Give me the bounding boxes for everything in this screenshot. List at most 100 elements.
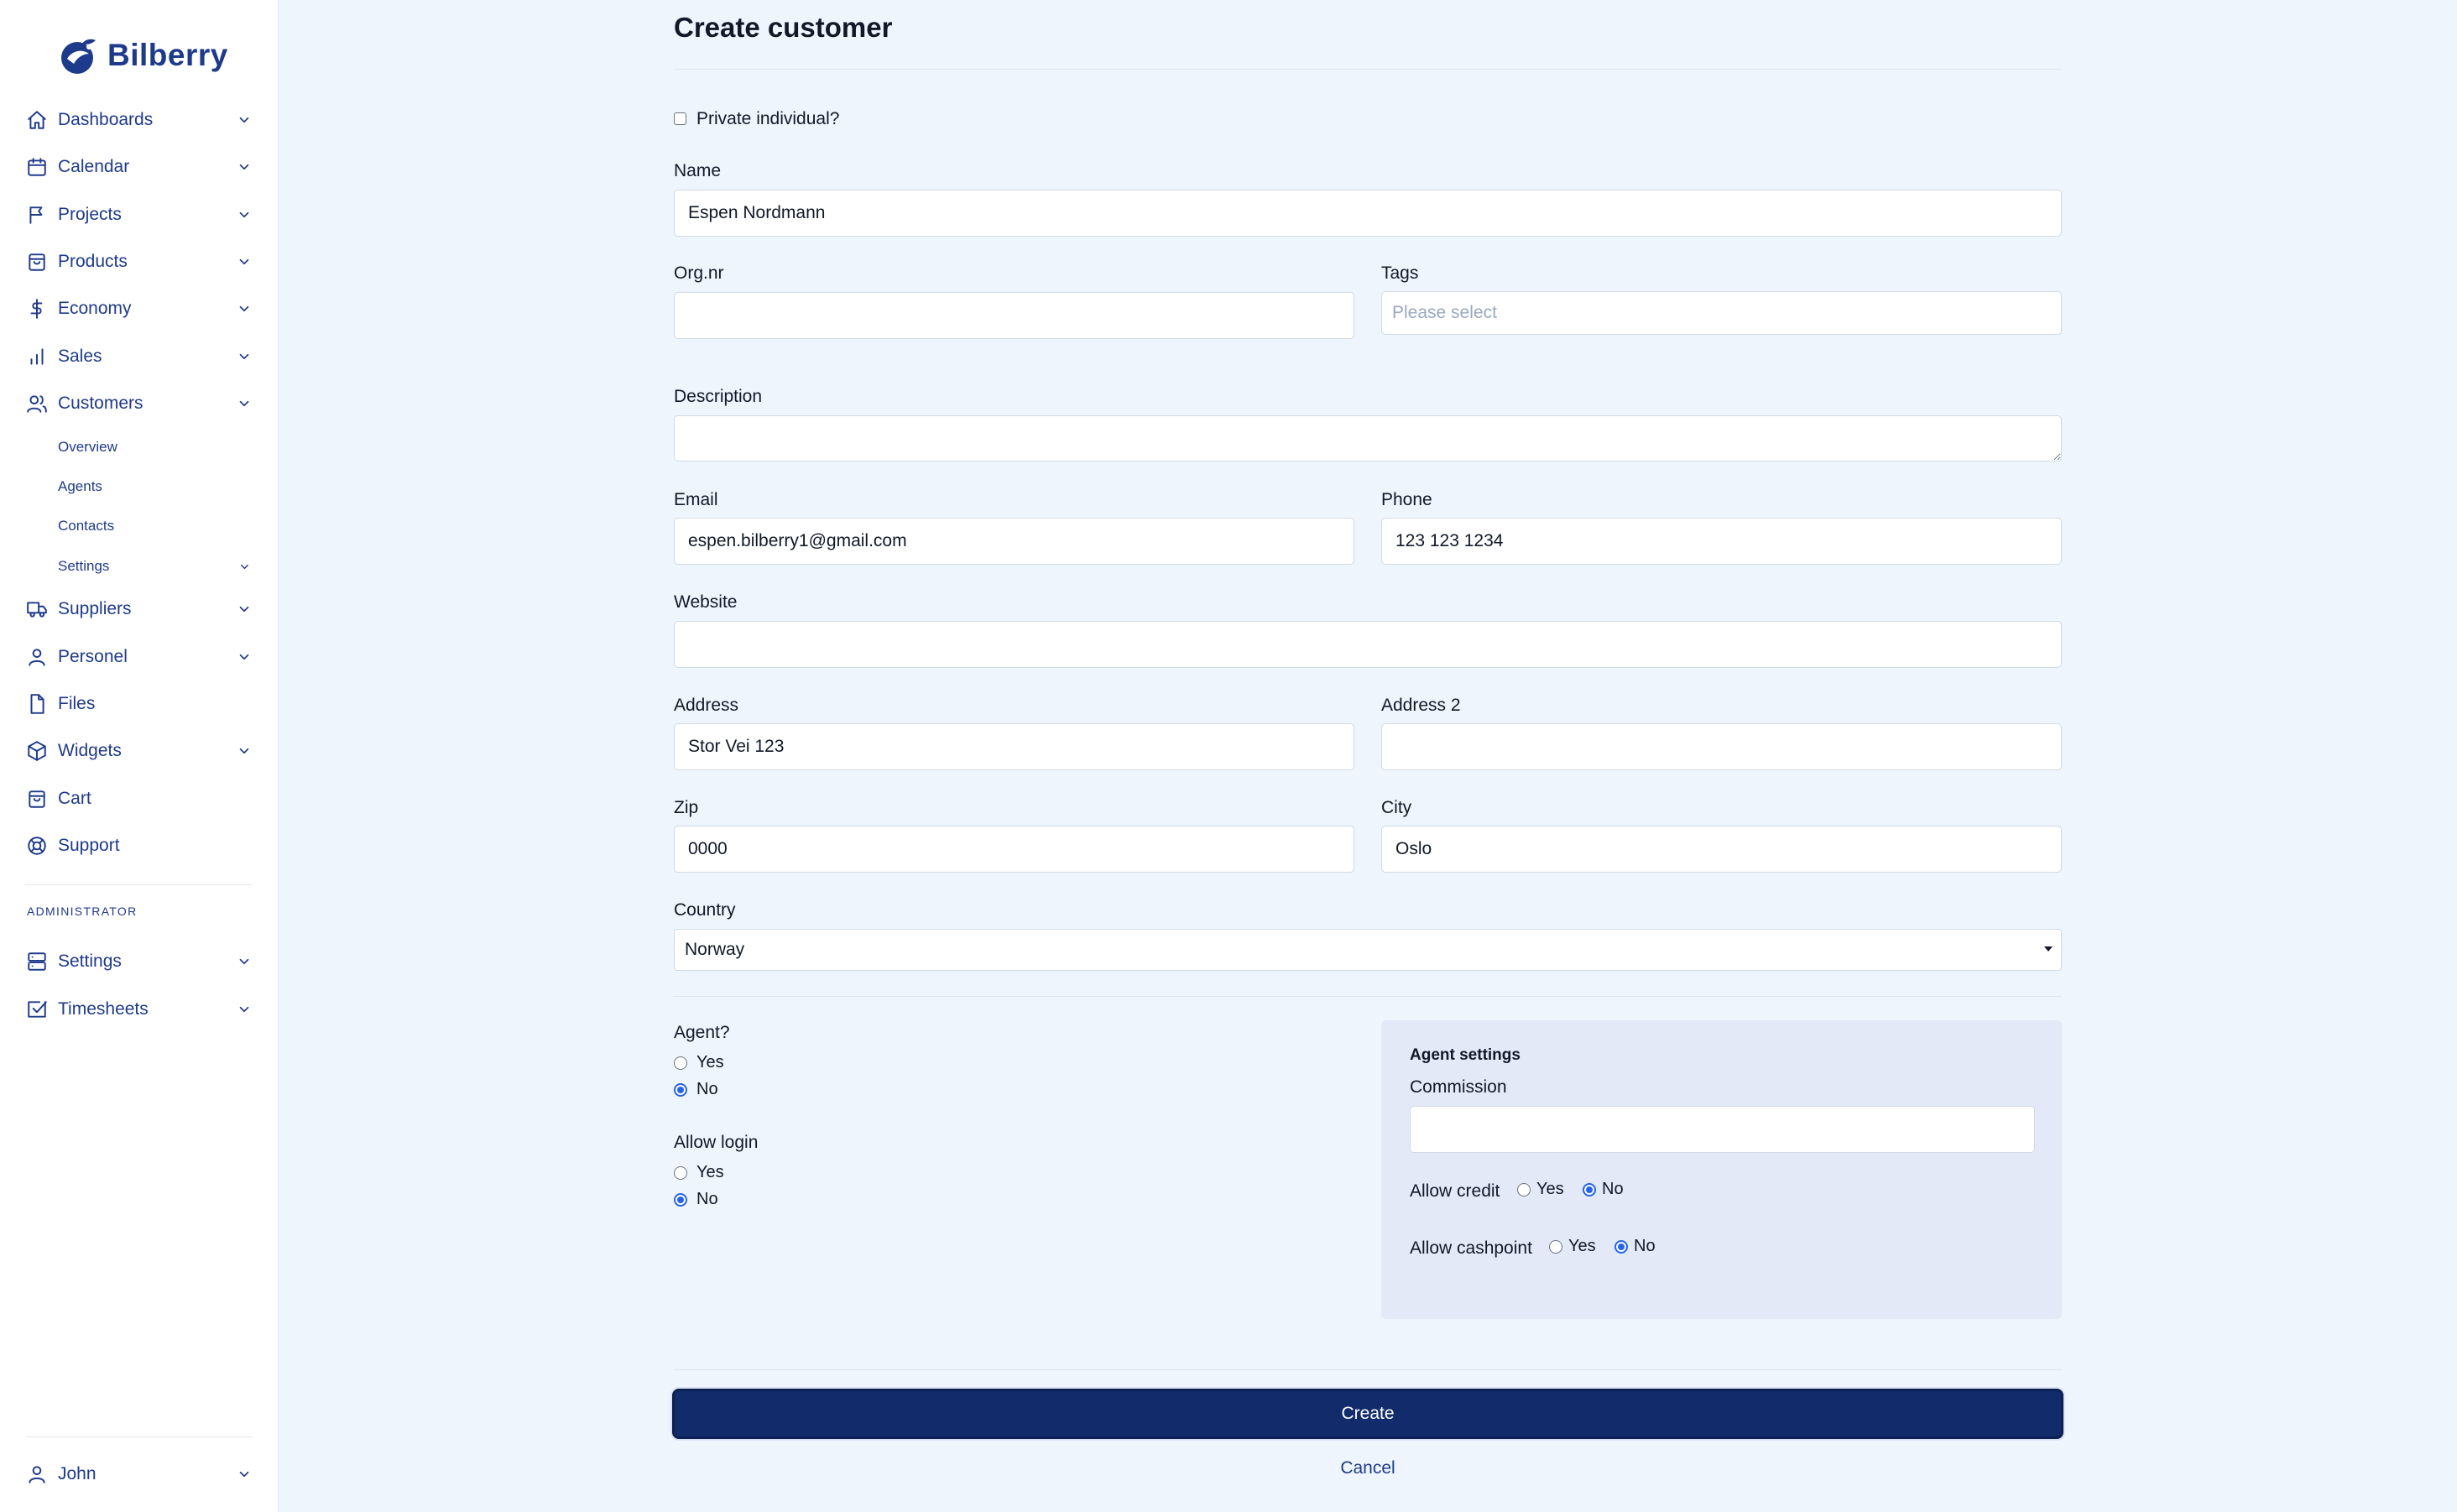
sidebar-subitem-agents[interactable]: Agents <box>58 472 253 501</box>
sidebar-item-dashboards[interactable]: Dashboards <box>25 102 253 138</box>
home-icon <box>25 108 49 132</box>
agent-settings-title: Agent settings <box>1410 1046 1521 1064</box>
chevron-down-icon[interactable] <box>235 394 253 413</box>
chevron-down-icon[interactable] <box>235 1465 253 1483</box>
sidebar-item-label: Personel <box>58 647 128 666</box>
dollar-icon <box>25 297 49 321</box>
sidebar-item-label: Projects <box>58 205 122 224</box>
address-label: Address <box>674 696 739 715</box>
commission-input[interactable] <box>1410 1106 2035 1153</box>
email-input[interactable] <box>674 518 1354 565</box>
allow-cashpoint-yes-label: Yes <box>1568 1237 1596 1255</box>
sidebar-item-support[interactable]: Support <box>25 827 253 864</box>
sidebar-item-label: Widgets <box>58 741 122 760</box>
tags-select[interactable] <box>1381 291 2062 335</box>
orgnr-label: Org.nr <box>674 263 724 283</box>
sidebar-subitem-label: Contacts <box>58 518 115 534</box>
allow-cashpoint-yes-radio[interactable] <box>1549 1240 1562 1254</box>
sidebar-item-label: Calendar <box>58 157 130 176</box>
sidebar-item-cart[interactable]: Cart <box>25 780 253 817</box>
zip-input[interactable] <box>674 826 1354 873</box>
page-title: Create customer <box>674 12 893 43</box>
main-content: Create customer Private individual? Name… <box>279 0 2457 1512</box>
allow-login-yes-label: Yes <box>696 1163 724 1181</box>
allow-credit-yes-radio[interactable] <box>1517 1183 1531 1197</box>
allow-credit-no-label: No <box>1602 1180 1624 1198</box>
flag-icon <box>25 203 49 227</box>
email-label: Email <box>674 490 718 509</box>
cube-icon <box>25 739 49 763</box>
agent-no-radio[interactable] <box>674 1083 687 1097</box>
cancel-link[interactable]: Cancel <box>1336 1458 1400 1478</box>
chevron-down-icon[interactable] <box>235 742 253 760</box>
chevron-down-icon[interactable] <box>235 253 253 271</box>
agent-yes-radio[interactable] <box>674 1056 687 1070</box>
sidebar-divider <box>25 884 252 885</box>
orgnr-input[interactable] <box>674 292 1354 339</box>
sidebar-user-name: John <box>58 1464 97 1483</box>
address-input[interactable] <box>674 723 1354 770</box>
city-input[interactable] <box>1381 826 2062 873</box>
sidebar-item-suppliers[interactable]: Suppliers <box>25 591 253 628</box>
sidebar-subitem-settings[interactable]: Settings <box>58 552 253 581</box>
sidebar-item-label: Dashboards <box>58 110 154 129</box>
allow-login-label: Allow login <box>674 1133 759 1152</box>
agent-label: Agent? <box>674 1023 730 1042</box>
allow-login-yes-radio[interactable] <box>674 1166 687 1180</box>
allow-credit-yes-label: Yes <box>1536 1180 1564 1198</box>
allow-cashpoint-no-radio[interactable] <box>1615 1240 1628 1254</box>
sidebar-item-projects[interactable]: Projects <box>25 196 253 233</box>
sidebar-item-widgets[interactable]: Widgets <box>25 733 253 769</box>
allow-credit-no-radio[interactable] <box>1583 1183 1596 1197</box>
chevron-down-icon[interactable] <box>235 1000 253 1019</box>
sidebar-subitem-overview[interactable]: Overview <box>58 433 253 461</box>
sidebar-item-label: Support <box>58 836 120 855</box>
country-select[interactable]: Norway <box>674 929 2062 971</box>
chevron-down-icon[interactable] <box>235 557 253 576</box>
sidebar-subitem-label: Agents <box>58 478 102 494</box>
chevron-down-icon[interactable] <box>235 111 253 129</box>
chevron-down-icon[interactable] <box>235 600 253 618</box>
section-divider <box>674 996 2062 997</box>
name-input[interactable] <box>674 190 2062 237</box>
sidebar-item-label: Timesheets <box>58 999 149 1019</box>
chevron-down-icon[interactable] <box>235 952 253 971</box>
website-input[interactable] <box>674 621 2062 668</box>
allow-login-no-label: No <box>696 1190 718 1208</box>
user-icon <box>25 1462 49 1486</box>
sidebar-item-calendar[interactable]: Calendar <box>25 149 253 185</box>
sidebar-item-personel[interactable]: Personel <box>25 639 253 675</box>
chevron-down-icon[interactable] <box>235 158 253 176</box>
sidebar-item-label: Settings <box>58 952 122 971</box>
name-label: Name <box>674 161 722 180</box>
sidebar-item-label: Cart <box>58 789 91 808</box>
phone-input[interactable] <box>1381 518 2062 565</box>
sidebar-item-files[interactable]: Files <box>25 686 253 722</box>
chevron-down-icon[interactable] <box>235 648 253 666</box>
calendar-icon <box>25 155 49 179</box>
chevron-down-icon[interactable] <box>235 347 253 366</box>
country-select-value: Norway <box>685 940 745 959</box>
sidebar-item-products[interactable]: Products <box>25 243 253 280</box>
private-individual-label: Private individual? <box>696 109 840 128</box>
chevron-down-icon[interactable] <box>235 300 253 318</box>
sidebar-subitem-contacts[interactable]: Contacts <box>58 512 253 540</box>
address2-input[interactable] <box>1381 723 2062 770</box>
sidebar-item-customers[interactable]: Customers <box>25 385 253 422</box>
bar-chart-icon <box>25 345 49 368</box>
allow-login-no-radio[interactable] <box>674 1193 687 1207</box>
brand-logo[interactable]: Bilberry <box>59 32 228 79</box>
sidebar-item-sales[interactable]: Sales <box>25 338 253 375</box>
sidebar-user-menu[interactable]: John <box>25 1456 253 1493</box>
private-individual-checkbox[interactable] <box>674 112 686 125</box>
sidebar-subitem-label: Overview <box>58 439 117 455</box>
sidebar-section-administrator: ADMINISTRATOR <box>27 905 138 918</box>
create-button[interactable]: Create <box>672 1389 2063 1439</box>
user-icon <box>25 645 49 669</box>
sidebar-item-timesheets[interactable]: Timesheets <box>25 991 253 1028</box>
chevron-down-icon[interactable] <box>235 206 253 224</box>
section-divider <box>674 1369 2062 1370</box>
description-textarea[interactable] <box>674 415 2062 461</box>
sidebar-item-economy[interactable]: Economy <box>25 290 253 327</box>
sidebar-item-admin-settings[interactable]: Settings <box>25 943 253 980</box>
